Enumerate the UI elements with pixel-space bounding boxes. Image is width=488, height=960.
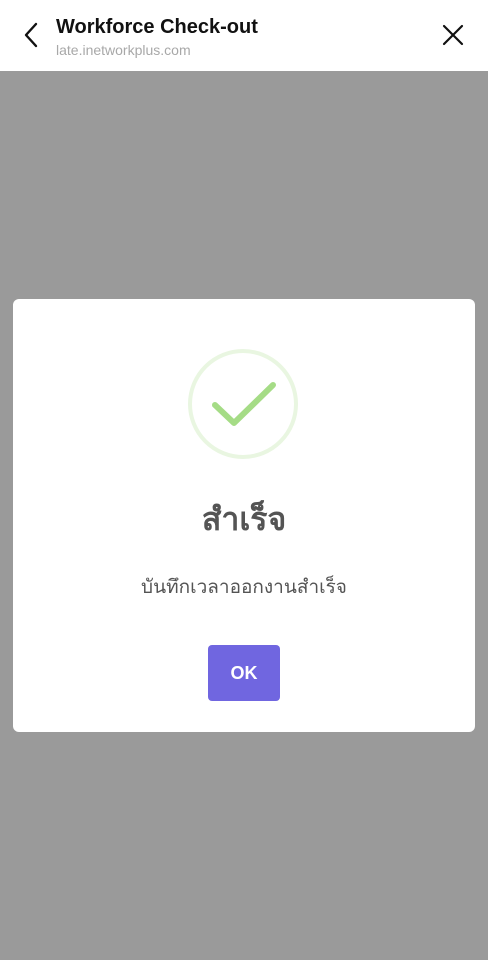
page-url: late.inetworkplus.com (56, 42, 191, 58)
title-block: Workforce Check-out late.inetworkplus.co… (56, 14, 416, 60)
close-icon (442, 24, 464, 46)
close-button[interactable] (436, 18, 470, 52)
dialog-title: สำเร็จ (201, 500, 287, 538)
top-bar: Workforce Check-out late.inetworkplus.co… (0, 0, 488, 71)
ok-button[interactable]: OK (208, 645, 280, 701)
chevron-left-icon (24, 22, 38, 48)
back-button[interactable] (14, 18, 48, 52)
page-title: Workforce Check-out (56, 16, 258, 38)
dialog-message: บันทึกเวลาออกงานสำเร็จ (141, 576, 347, 598)
success-dialog: สำเร็จ บันทึกเวลาออกงานสำเร็จ OK (13, 299, 475, 732)
checkmark-icon (188, 349, 298, 459)
